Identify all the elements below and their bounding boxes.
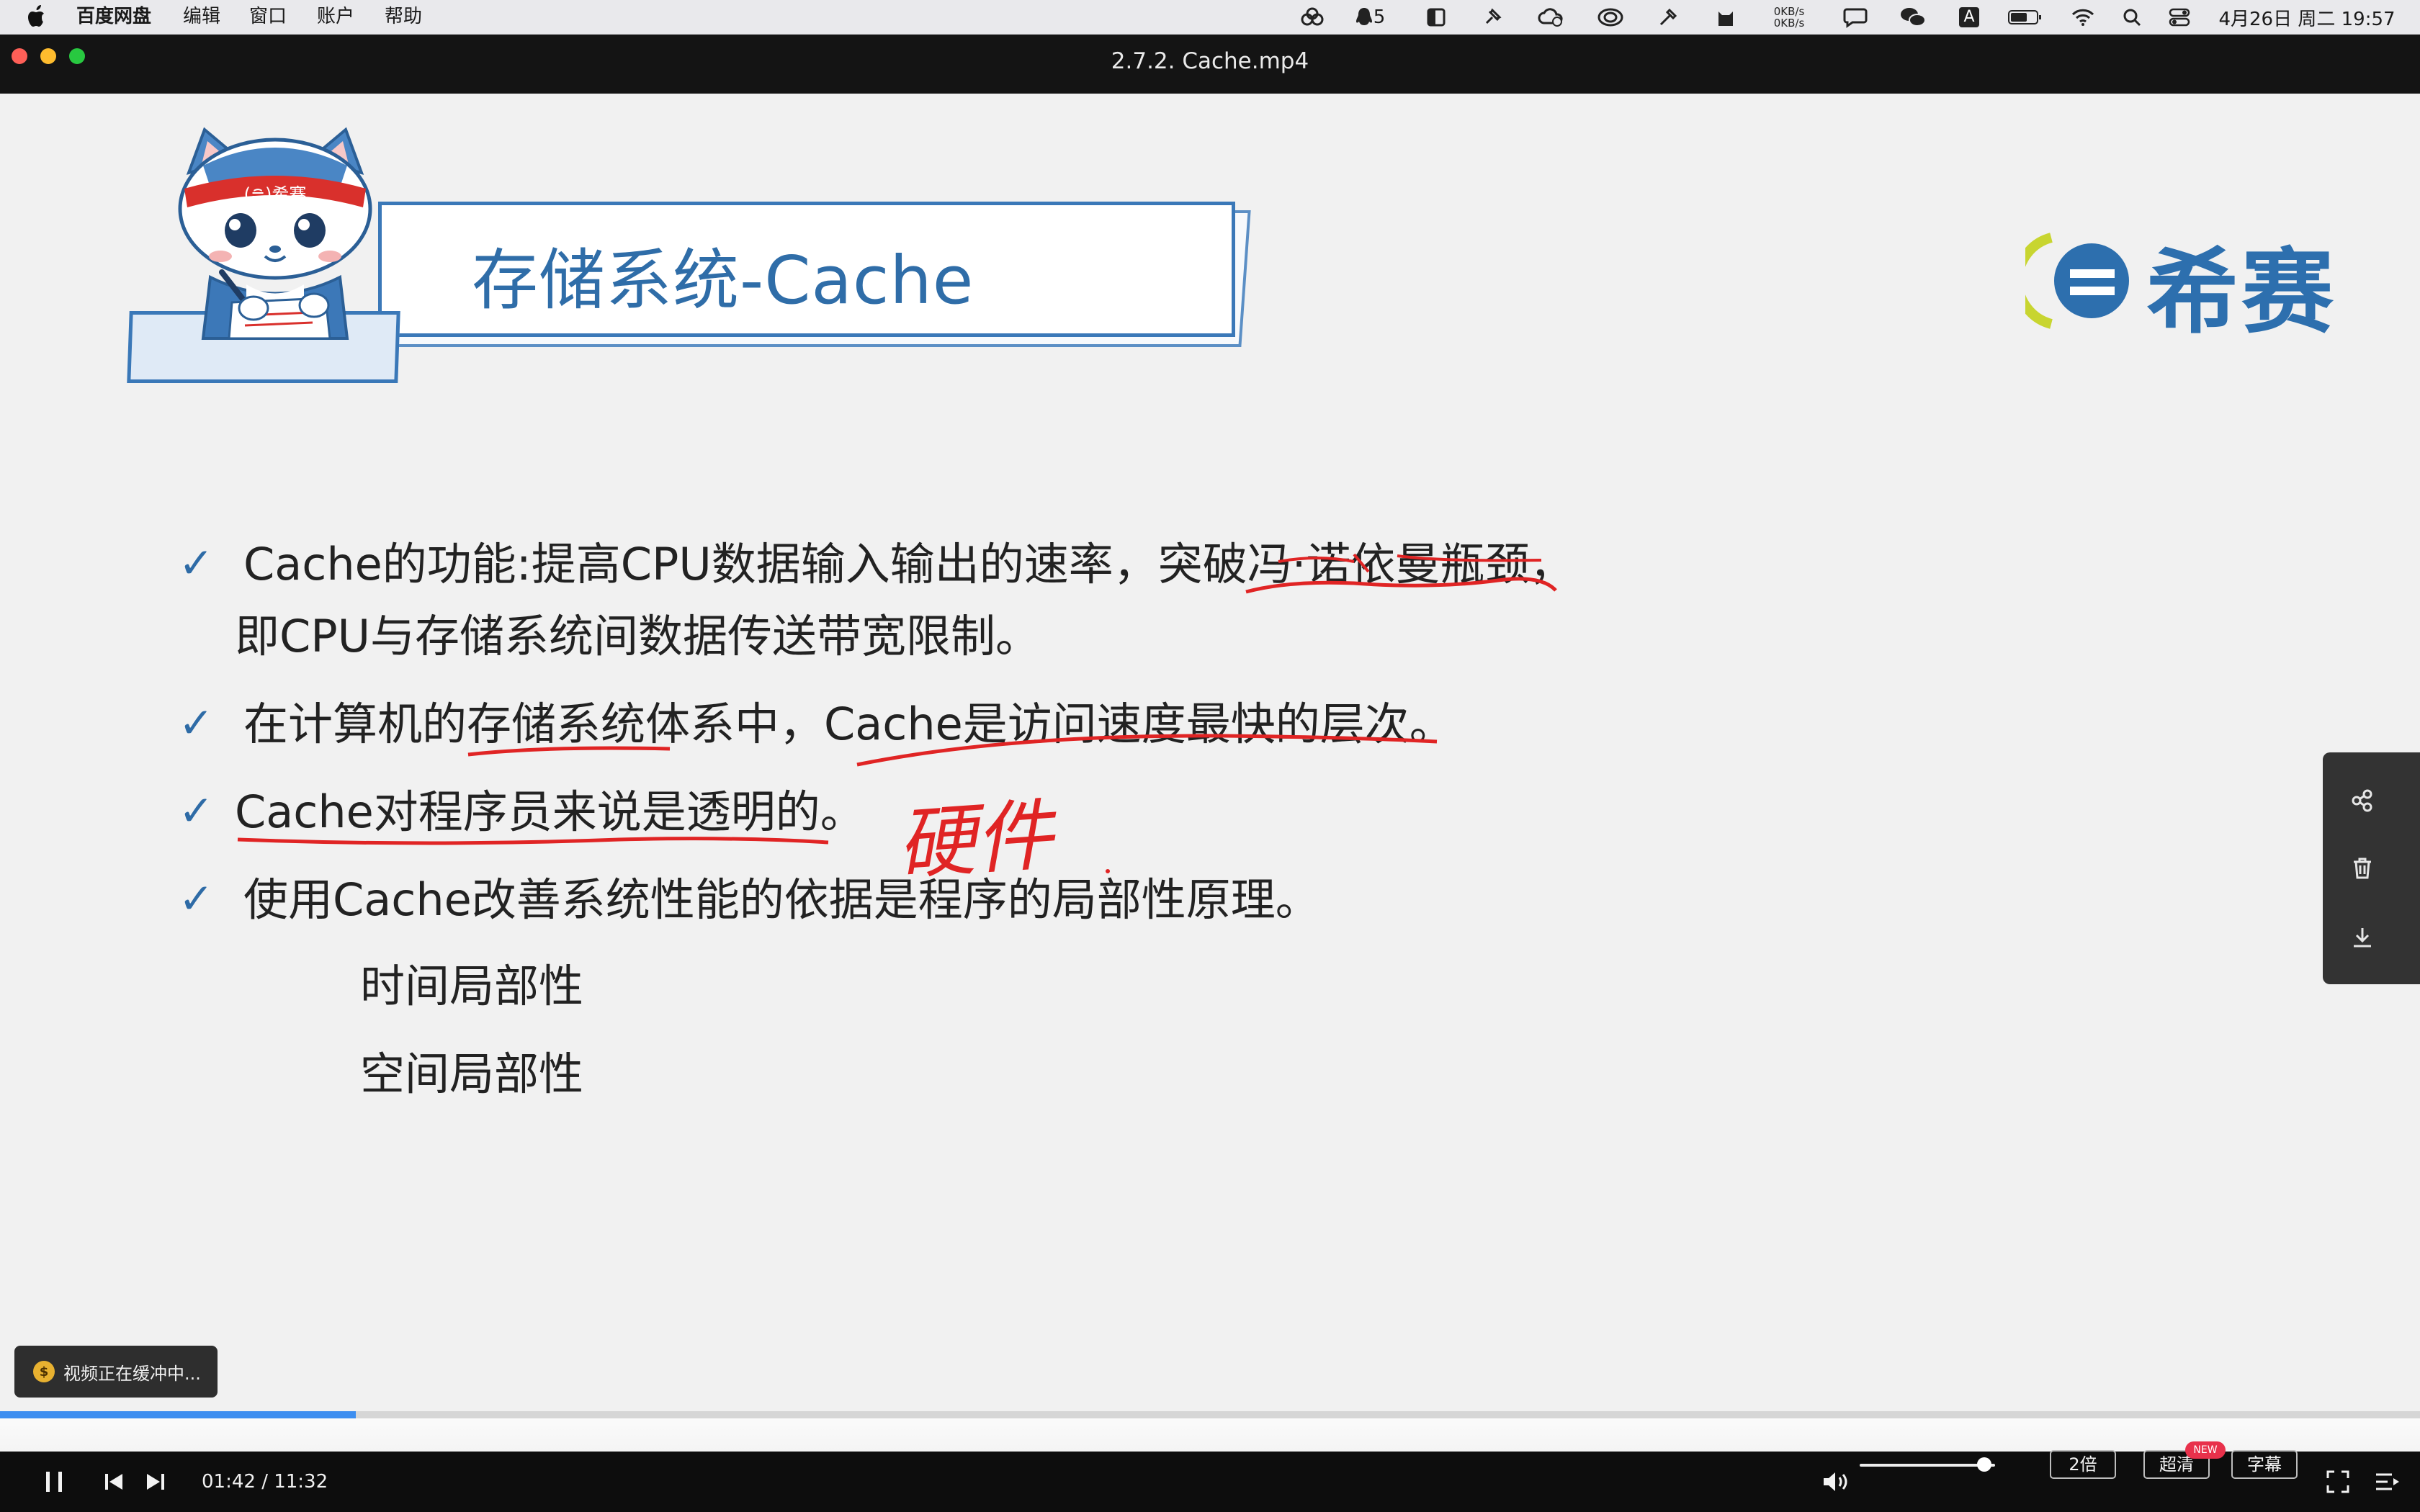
apple-menu-icon[interactable] bbox=[27, 4, 48, 35]
share-icon[interactable] bbox=[2323, 768, 2402, 833]
download-icon[interactable] bbox=[2323, 905, 2402, 970]
qq-badge-count: 5 bbox=[1373, 6, 1386, 28]
cloud-sync-tray-icon[interactable] bbox=[1534, 0, 1569, 35]
fullscreen-icon[interactable] bbox=[2321, 1452, 2355, 1512]
close-window-button[interactable] bbox=[12, 48, 27, 64]
playlist-icon[interactable] bbox=[2370, 1452, 2406, 1512]
upload-speed: 0KB/s bbox=[1773, 5, 1805, 18]
next-button[interactable] bbox=[141, 1452, 170, 1512]
input-method-tray-icon[interactable]: A bbox=[1955, 0, 1984, 35]
video-frame[interactable]: 存储系统-Cache (≘)希赛 希赛 ✓ Cache的功能:提高CPU数据输入… bbox=[0, 94, 2420, 1411]
seek-bar[interactable] bbox=[0, 1411, 2420, 1418]
input-method-label: A bbox=[1959, 7, 1979, 27]
menu-help[interactable]: 帮助 bbox=[385, 0, 422, 35]
wifi-icon[interactable] bbox=[2067, 0, 2099, 35]
subtitle-button[interactable]: 字幕 bbox=[2231, 1450, 2298, 1479]
buffering-toast: $ 视频正在缓冲中... bbox=[14, 1346, 218, 1398]
sidebar-tray-icon[interactable] bbox=[1422, 0, 1451, 35]
buffering-message: 视频正在缓冲中... bbox=[63, 1363, 201, 1384]
check-icon: ✓ bbox=[179, 786, 214, 835]
video-side-panel bbox=[2323, 752, 2420, 984]
wechat-tray-icon[interactable] bbox=[1897, 0, 1929, 35]
check-icon: ✓ bbox=[179, 698, 214, 747]
chat-bubble-tray-icon[interactable] bbox=[1839, 0, 1871, 35]
bullet-cache-fastest: 在计算机的存储系统体系中，Cache是访问速度最快的层次。 bbox=[243, 698, 1454, 750]
tools-tray-icon[interactable] bbox=[1654, 0, 1682, 35]
menu-edit[interactable]: 编辑 bbox=[183, 0, 220, 35]
new-badge: NEW bbox=[2185, 1441, 2226, 1459]
zoom-window-button[interactable] bbox=[69, 48, 85, 64]
time-display: 01:42 / 11:32 bbox=[202, 1471, 328, 1493]
volume-slider-handle[interactable] bbox=[1976, 1457, 1991, 1472]
bullet-locality: 使用Cache改善系统性能的依据是程序的局部性原理。 bbox=[243, 873, 1320, 926]
volume-slider[interactable] bbox=[1860, 1464, 1995, 1467]
minimize-window-button[interactable] bbox=[40, 48, 56, 64]
pause-button[interactable] bbox=[36, 1452, 72, 1512]
baidu-cloud-tray-icon[interactable] bbox=[1296, 0, 1328, 35]
playback-speed-button[interactable]: 2倍 bbox=[2050, 1450, 2116, 1479]
check-icon: ✓ bbox=[179, 874, 214, 923]
battery-icon[interactable] bbox=[2005, 0, 2045, 35]
menu-window[interactable]: 窗口 bbox=[249, 0, 287, 35]
creative-cloud-tray-icon[interactable] bbox=[1593, 0, 1628, 35]
window-title: 2.7.2. Cache.mp4 bbox=[1111, 48, 1309, 74]
player-title-bar: 2.7.2. Cache.mp4 bbox=[0, 35, 2420, 94]
handwritten-note: 硬件 bbox=[894, 790, 1056, 891]
vip-coin-icon: $ bbox=[33, 1361, 55, 1382]
bullet-cache-function-cont: 即CPU与存储系统间数据传送带宽限制。 bbox=[235, 610, 1041, 662]
control-center-icon[interactable] bbox=[2164, 0, 2195, 35]
sub-temporal-locality: 时间局部性 bbox=[360, 960, 584, 1012]
bullet-cache-transparent: Cache对程序员来说是透明的。 bbox=[235, 786, 865, 838]
cat-mascot-illustration: (≘)希赛 bbox=[160, 122, 390, 346]
menu-account[interactable]: 账户 bbox=[317, 0, 354, 35]
menubar-clock[interactable]: 4月26日 周二 19:57 bbox=[2210, 0, 2404, 35]
cat-tray-icon[interactable] bbox=[1711, 0, 1740, 35]
download-speed: 0KB/s bbox=[1773, 17, 1805, 30]
previous-button[interactable] bbox=[99, 1452, 128, 1512]
bullet-cache-function: Cache的功能:提高CPU数据输入输出的速率，突破冯·诺依曼瓶颈， bbox=[243, 538, 1574, 590]
pin-tray-icon[interactable] bbox=[1478, 0, 1507, 35]
qq-tray-icon[interactable]: 5 bbox=[1348, 0, 1392, 35]
slide-title: 存储系统-Cache bbox=[472, 242, 974, 319]
spotlight-search-icon[interactable] bbox=[2118, 0, 2146, 35]
menu-app-name[interactable]: 百度网盘 bbox=[76, 0, 151, 35]
sub-spatial-locality: 空间局部性 bbox=[360, 1048, 584, 1100]
mascot-headband-text: (≘)希赛 bbox=[244, 184, 307, 204]
seek-bar-played bbox=[0, 1411, 356, 1418]
xisai-logo-text: 希赛 bbox=[2146, 239, 2337, 346]
macos-menu-bar: 百度网盘 编辑 窗口 账户 帮助 5 0KB/s 0KB/s A 4月26日 周… bbox=[0, 0, 2420, 35]
check-icon: ✓ bbox=[179, 539, 214, 588]
trash-icon[interactable] bbox=[2323, 836, 2402, 901]
volume-icon[interactable] bbox=[1819, 1452, 1852, 1512]
network-speed-monitor[interactable]: 0KB/s 0KB/s bbox=[1763, 0, 1815, 35]
